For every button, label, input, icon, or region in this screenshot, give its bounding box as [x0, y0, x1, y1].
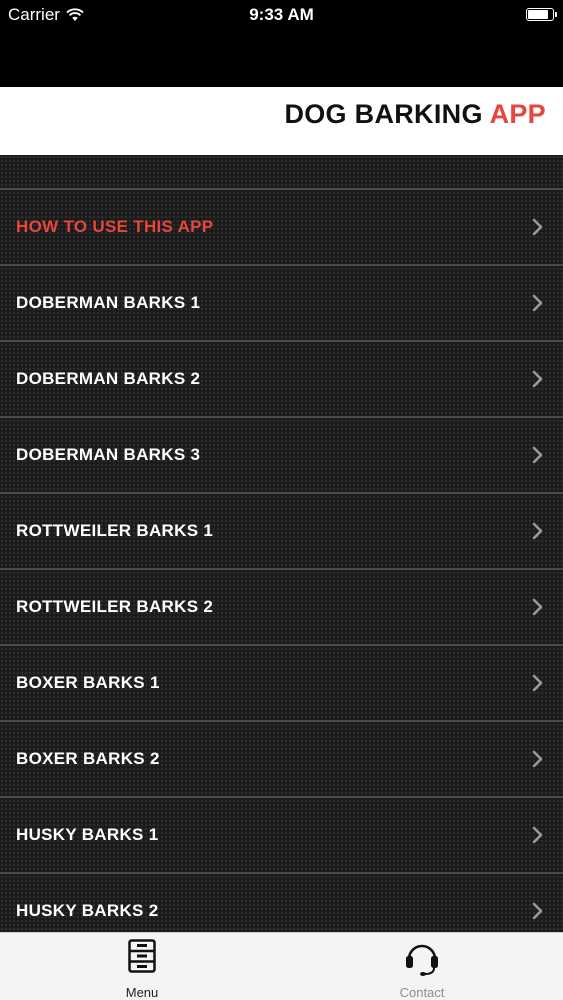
chevron-right-icon — [532, 826, 543, 844]
battery-icon — [526, 8, 557, 21]
menu-item-label: BOXER BARKS 1 — [16, 673, 160, 692]
menu-item[interactable]: BOXER BARKS 2 — [0, 722, 563, 798]
tab-contact[interactable]: Contact — [352, 933, 492, 1000]
menu-item-label: DOBERMAN BARKS 2 — [16, 369, 201, 388]
title-accent: APP — [489, 99, 546, 129]
chevron-right-icon — [532, 598, 543, 616]
menu-item[interactable]: DOBERMAN BARKS 1 — [0, 266, 563, 342]
menu-item-label: HUSKY BARKS 2 — [16, 901, 159, 920]
menu-item-label: DOBERMAN BARKS 1 — [16, 293, 201, 312]
chevron-right-icon — [532, 370, 543, 388]
menu-item-label: ROTTWEILER BARKS 1 — [16, 521, 214, 540]
menu-item-label: BOXER BARKS 2 — [16, 749, 160, 768]
status-bar: Carrier 9:33 AM — [0, 0, 563, 30]
menu-item[interactable]: DOBERMAN BARKS 3 — [0, 418, 563, 494]
menu-item[interactable]: ROTTWEILER BARKS 1 — [0, 494, 563, 570]
chevron-right-icon — [532, 522, 543, 540]
file-cabinet-icon — [128, 939, 156, 973]
chevron-right-icon — [532, 902, 543, 920]
title-banner: DOG BARKING APP — [0, 87, 563, 155]
menu-list[interactable]: HOW TO USE THIS APP DOBERMAN BARKS 1 DOBER… — [0, 155, 563, 932]
chevron-right-icon — [532, 674, 543, 692]
tab-menu-label: Menu — [125, 985, 159, 1000]
tab-menu[interactable]: Menu — [72, 933, 212, 1000]
chevron-right-icon — [532, 218, 543, 236]
menu-item[interactable]: HOW TO USE THIS APP — [0, 190, 563, 266]
headset-icon — [406, 944, 438, 976]
app-screen: Carrier 9:33 AM DOG BARKING APP HOW TO U… — [0, 0, 563, 1000]
title-main: DOG BARKING — [284, 99, 483, 129]
menu-item-label: HOW TO USE THIS APP — [16, 217, 214, 236]
chevron-right-icon — [532, 750, 543, 768]
menu-item[interactable]: ROTTWEILER BARKS 2 — [0, 570, 563, 646]
status-time: 9:33 AM — [249, 5, 314, 24]
battery-fill — [528, 10, 548, 19]
chevron-right-icon — [532, 294, 543, 312]
tab-contact-label: Contact — [399, 985, 445, 1000]
menu-item[interactable]: HUSKY BARKS 2 — [0, 874, 563, 932]
menu-item[interactable]: DOBERMAN BARKS 2 — [0, 342, 563, 418]
page-title: DOG BARKING APP — [284, 99, 546, 130]
menu-item[interactable]: HUSKY BARKS 1 — [0, 798, 563, 874]
menu-item-label: HUSKY BARKS 1 — [16, 825, 159, 844]
menu-item-label: DOBERMAN BARKS 3 — [16, 445, 201, 464]
tab-bar: Menu Contact — [0, 932, 563, 1000]
menu-item[interactable]: BOXER BARKS 1 — [0, 646, 563, 722]
menu-item-label: ROTTWEILER BARKS 2 — [16, 597, 214, 616]
chevron-right-icon — [532, 446, 543, 464]
